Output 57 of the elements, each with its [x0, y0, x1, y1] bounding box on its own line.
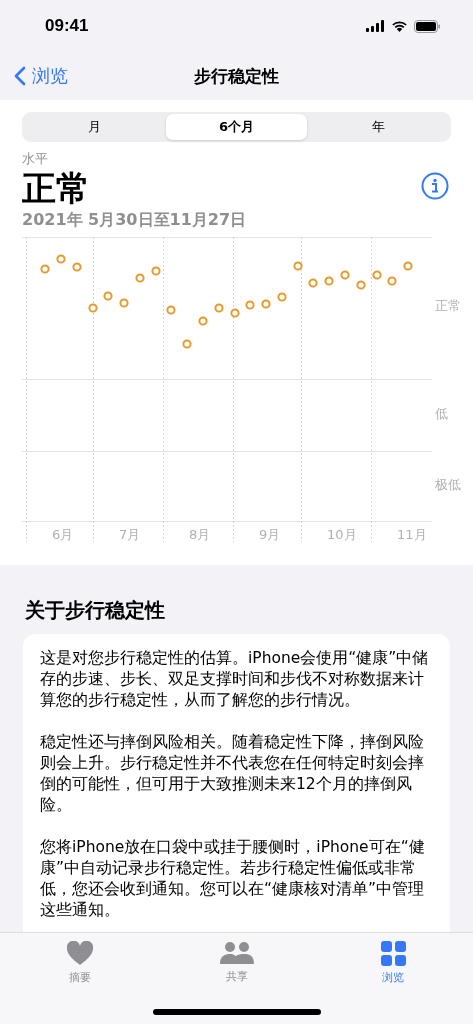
data-point	[372, 270, 382, 280]
data-point	[340, 270, 350, 280]
data-point	[230, 308, 240, 318]
segment-tab[interactable]: 6个月	[165, 114, 308, 140]
heart-icon	[66, 941, 94, 966]
data-point	[40, 264, 50, 274]
month-label: 7月	[119, 526, 141, 544]
data-point	[403, 261, 413, 271]
month-label: 8月	[189, 526, 211, 544]
month-label: 9月	[259, 526, 281, 544]
tab-bar-item[interactable]: 摘要	[40, 941, 120, 989]
wifi-icon	[391, 20, 408, 32]
data-point	[198, 316, 208, 326]
segment-tab[interactable]: 月	[24, 114, 166, 140]
back-chevron-icon	[14, 66, 26, 86]
back-button[interactable]: 浏览	[14, 64, 68, 88]
data-point	[387, 276, 397, 286]
battery-icon	[414, 19, 441, 33]
data-point	[88, 303, 98, 313]
status-time: 09:41	[45, 16, 89, 36]
signal-icon	[366, 20, 385, 32]
data-point	[182, 339, 192, 349]
level-caption: 水平	[22, 150, 49, 168]
grid-icon	[380, 941, 406, 966]
data-point	[72, 262, 82, 272]
description-paragraph: 您将iPhone放在口袋中或挂于腰侧时，iPhone可在“健康”中自动记录步行稳定性。若步行稳定性偏低或非常低，您还会收到通知。您可以在“健康核对清单”中管理这些通知。	[40, 837, 426, 921]
data-point	[324, 276, 334, 286]
data-point	[119, 298, 129, 308]
level-axis-label: 正常	[435, 297, 461, 315]
section-heading: 关于步行稳定性	[25, 597, 166, 624]
month-label: 10月	[327, 526, 357, 544]
data-point	[166, 305, 176, 315]
data-point	[135, 273, 145, 283]
segment-tab[interactable]: 年	[307, 114, 449, 140]
nav-title: 步行稳定性	[194, 64, 279, 88]
data-point	[151, 266, 161, 276]
date-range: 2021年 5月30日至11月27日	[22, 210, 247, 231]
data-point	[293, 261, 303, 271]
data-point	[214, 303, 224, 313]
data-point	[261, 299, 271, 309]
data-point	[308, 278, 318, 288]
month-label: 6月	[52, 526, 74, 544]
data-point	[277, 292, 287, 302]
data-point	[245, 300, 255, 310]
month-label: 11月	[397, 526, 427, 544]
tab-bar-item[interactable]: 浏览	[353, 941, 433, 989]
level-axis-label: 低	[435, 405, 448, 423]
description-paragraph: 稳定性还与摔倒风险相关。随着稳定性下降，摔倒风险则会上升。步行稳定性并不代表您在任何特定时刻会摔倒的可能性，但可用于大致推测未来12个月的摔倒风险。	[40, 732, 425, 816]
level-axis-label: 极低	[435, 476, 461, 494]
tab-bar-item[interactable]: 共享	[196, 941, 277, 989]
level-value: 正常	[22, 168, 91, 208]
data-point	[56, 254, 66, 264]
data-point	[356, 280, 366, 290]
description-paragraph: 这是对您步行稳定性的估算。iPhone会使用“健康”中储存的步速、步长、双足支撑时间和步伐不对称数据来计算您的步行稳定性，从而了解您的步行情况。	[40, 648, 430, 711]
people-icon	[218, 941, 255, 965]
data-point	[103, 291, 113, 301]
info-icon[interactable]	[421, 172, 449, 200]
